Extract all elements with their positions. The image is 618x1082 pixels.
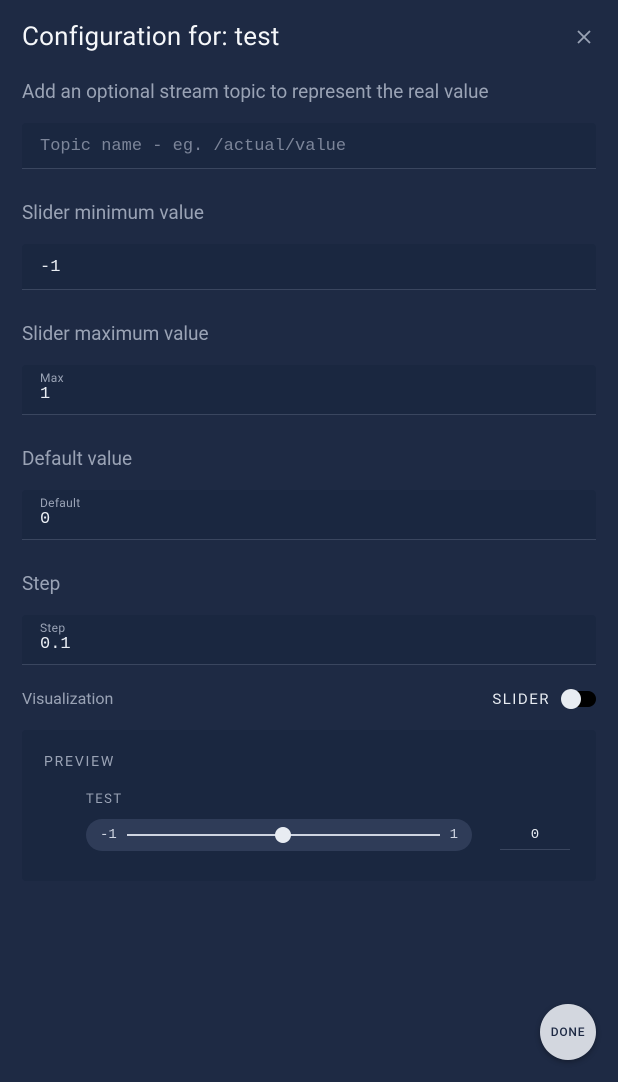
step-input[interactable] bbox=[22, 633, 596, 664]
stream-topic-label: Add an optional stream topic to represen… bbox=[22, 80, 596, 103]
close-button[interactable] bbox=[572, 25, 596, 49]
done-button-label: DONE bbox=[551, 1025, 586, 1039]
dialog-header: Configuration for: test bbox=[22, 22, 596, 52]
default-value-field-wrap: Default bbox=[22, 490, 596, 540]
visualization-toggle[interactable] bbox=[562, 691, 596, 707]
step-field-wrap: Step bbox=[22, 615, 596, 665]
toggle-thumb bbox=[561, 689, 581, 709]
slider-max-input[interactable] bbox=[22, 383, 596, 414]
default-value-label: Default value bbox=[22, 447, 596, 470]
step-float-label: Step bbox=[40, 621, 65, 635]
slider-track bbox=[127, 834, 440, 836]
slider-max-display: 1 bbox=[450, 827, 458, 843]
stream-topic-field-wrap bbox=[22, 123, 596, 169]
done-button[interactable]: DONE bbox=[540, 1004, 596, 1060]
step-label: Step bbox=[22, 572, 596, 595]
slider-min-display: -1 bbox=[100, 827, 117, 843]
visualization-mode: SLIDER bbox=[492, 690, 550, 708]
slider-min-label: Slider minimum value bbox=[22, 201, 596, 224]
dialog-title: Configuration for: test bbox=[22, 22, 280, 52]
slider-max-field-wrap: Max bbox=[22, 365, 596, 415]
slider-thumb[interactable] bbox=[275, 827, 291, 843]
preview-title: PREVIEW bbox=[44, 754, 574, 770]
slider-max-float-label: Max bbox=[40, 371, 64, 385]
default-value-float-label: Default bbox=[40, 496, 81, 510]
default-value-input[interactable] bbox=[22, 508, 596, 539]
slider-min-input[interactable] bbox=[22, 244, 596, 289]
preview-controls: -1 1 0 bbox=[44, 819, 574, 851]
slider-min-field-wrap bbox=[22, 244, 596, 290]
preview-slider[interactable]: -1 1 bbox=[86, 819, 472, 851]
preview-panel: PREVIEW TEST -1 1 0 bbox=[22, 730, 596, 881]
stream-topic-input[interactable] bbox=[22, 123, 596, 168]
preview-item-name: TEST bbox=[86, 792, 574, 807]
close-icon bbox=[576, 29, 592, 45]
configuration-dialog: Configuration for: test Add an optional … bbox=[0, 0, 618, 1082]
visualization-label: Visualization bbox=[22, 689, 113, 708]
visualization-controls: SLIDER bbox=[492, 690, 596, 708]
visualization-row: Visualization SLIDER bbox=[22, 689, 596, 708]
preview-value-readout[interactable]: 0 bbox=[500, 821, 570, 850]
slider-max-label: Slider maximum value bbox=[22, 322, 596, 345]
